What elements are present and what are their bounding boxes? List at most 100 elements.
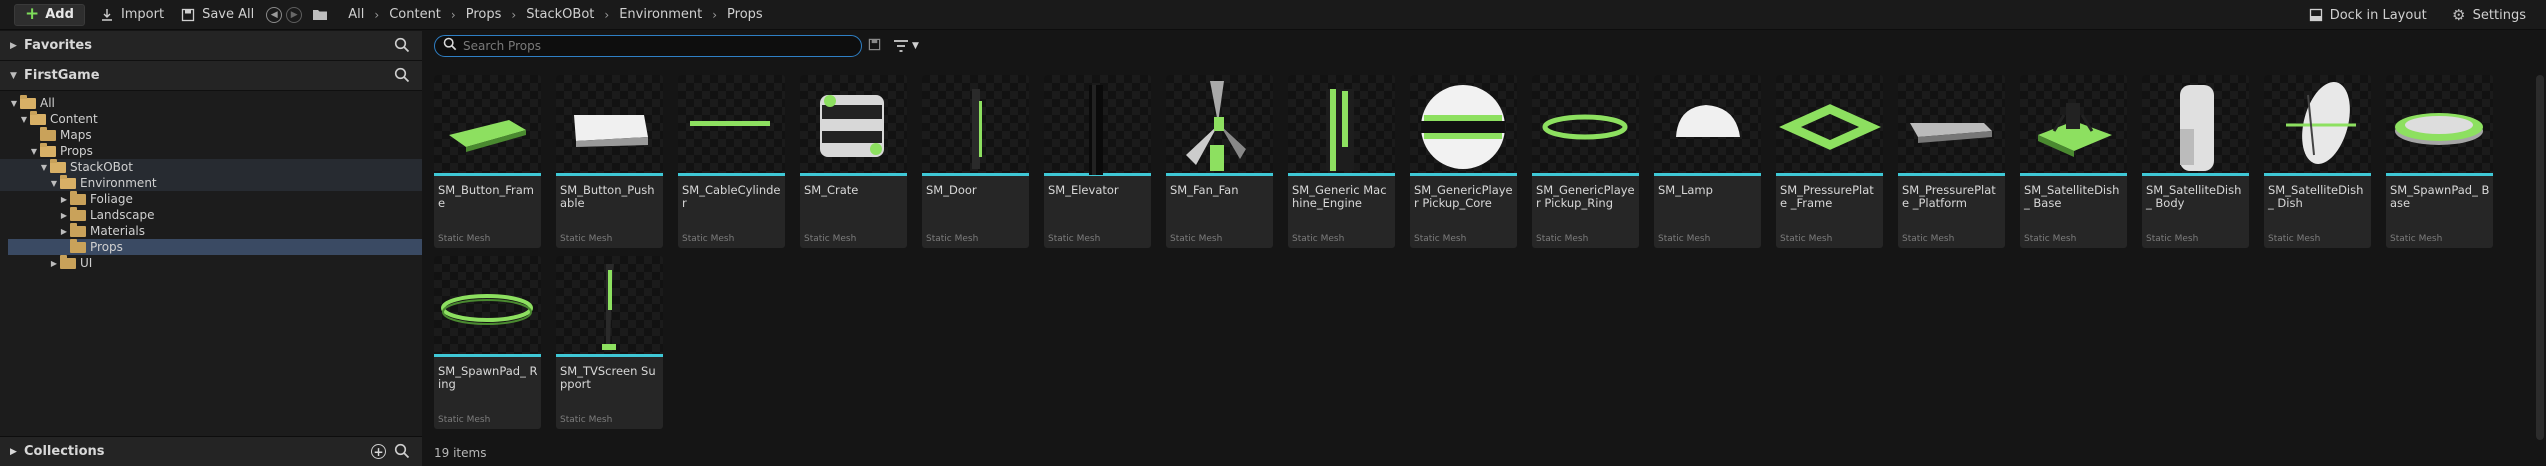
breadcrumb: All › Content › Props › StackOBot › Envi… xyxy=(338,7,772,22)
asset-tile[interactable]: SM_Fan_Fan Static Mesh xyxy=(1166,75,1273,248)
forward-icon[interactable]: ▶ xyxy=(286,6,303,23)
asset-tile[interactable]: SM_SatelliteDish_ Base Static Mesh xyxy=(2020,75,2127,248)
chevron-down-icon[interactable]: ▼ xyxy=(10,71,24,81)
asset-tile[interactable]: SM_SpawnPad_ Base Static Mesh xyxy=(2386,75,2493,248)
breadcrumb-item[interactable]: Environment xyxy=(609,7,712,22)
add-button[interactable]: + Add xyxy=(14,3,85,26)
chevron-down-icon[interactable]: ▼ xyxy=(8,99,20,108)
asset-tile[interactable]: SM_Elevator Static Mesh xyxy=(1044,75,1151,248)
favorites-label: Favorites xyxy=(24,38,92,53)
asset-thumbnail xyxy=(556,75,663,176)
right-tools: Dock in Layout ⚙ Settings xyxy=(2300,4,2534,26)
asset-grid: SM_Button_Frame Static Mesh SM_Button_Push… xyxy=(434,75,2524,429)
asset-name: SM_CableCylinder xyxy=(682,183,781,210)
asset-name: SM_Elevator xyxy=(1048,183,1119,197)
tree-item-maps[interactable]: Maps xyxy=(0,126,422,143)
asset-tile[interactable]: SM_PressurePlate _Frame Static Mesh xyxy=(1776,75,1883,248)
tree-item-all[interactable]: ▼ All xyxy=(0,94,422,111)
mesh-preview-icon xyxy=(690,121,770,126)
tree-item-landscape[interactable]: ▶ Landscape xyxy=(0,206,422,223)
asset-name: SM_Button_Frame xyxy=(438,183,534,210)
breadcrumb-item[interactable]: All xyxy=(338,7,374,22)
add-collection-icon[interactable]: + xyxy=(371,444,386,459)
project-header[interactable]: ▼ FirstGame xyxy=(0,61,422,91)
mesh-preview-icon xyxy=(1421,85,1505,169)
collections-header[interactable]: ▶ Collections + xyxy=(0,436,422,466)
chevron-right-icon[interactable]: ▶ xyxy=(58,227,70,236)
dock-in-layout-button[interactable]: Dock in Layout xyxy=(2300,4,2435,26)
asset-tile[interactable]: SM_GenericPlayer Pickup_Core Static Mesh xyxy=(1410,75,1517,248)
breadcrumb-item[interactable]: Props xyxy=(717,7,773,22)
asset-tile[interactable]: SM_Generic Machine_Engine Static Mesh xyxy=(1288,75,1395,248)
save-search-icon[interactable] xyxy=(868,38,881,55)
chevron-right-icon[interactable]: ▶ xyxy=(10,41,24,51)
asset-tile[interactable]: SM_GenericPlayer Pickup_Ring Static Mesh xyxy=(1532,75,1639,248)
chevron-right-icon[interactable]: ▶ xyxy=(10,447,24,457)
settings-button[interactable]: ⚙ Settings xyxy=(2443,4,2534,26)
asset-thumbnail xyxy=(556,256,663,357)
asset-type: Static Mesh xyxy=(2146,234,2199,244)
tree-item-props[interactable]: ▼ Props xyxy=(0,142,422,159)
search-icon[interactable] xyxy=(394,67,410,87)
tree-item-label: Foliage xyxy=(90,192,133,206)
asset-type: Static Mesh xyxy=(682,234,735,244)
asset-tile[interactable]: SM_SatelliteDish_ Body Static Mesh xyxy=(2142,75,2249,248)
chevron-right-icon[interactable]: ▶ xyxy=(58,211,70,220)
mesh-preview-icon xyxy=(441,294,533,325)
chevron-down-icon[interactable]: ▼ xyxy=(28,147,40,156)
asset-tile[interactable]: SM_CableCylinder Static Mesh xyxy=(678,75,785,248)
save-all-button[interactable]: Save All xyxy=(172,4,262,26)
asset-tile[interactable]: SM_Button_Pushable Static Mesh xyxy=(556,75,663,248)
asset-tile[interactable]: SM_SatelliteDish_ Dish Static Mesh xyxy=(2264,75,2371,248)
favorites-header[interactable]: ▶ Favorites xyxy=(0,31,422,61)
asset-name: SM_SatelliteDish_ Base xyxy=(2024,183,2120,210)
tree-item-stackobot[interactable]: ▼ StackOBot xyxy=(0,158,422,175)
tree-item-label: UI xyxy=(80,256,93,270)
tree-item-props[interactable]: Props xyxy=(8,238,422,255)
filter-icon[interactable]: ▼ xyxy=(893,40,919,52)
asset-type: Static Mesh xyxy=(1414,234,1467,244)
scrollbar[interactable] xyxy=(2536,75,2544,440)
folder-icon xyxy=(70,190,86,205)
asset-name: SM_Generic Machine_Engine xyxy=(1292,183,1387,210)
tree-item-foliage[interactable]: ▶ Foliage xyxy=(0,190,422,207)
search-input[interactable] xyxy=(463,39,843,53)
chevron-right-icon[interactable]: ▶ xyxy=(58,195,70,204)
tree-item-environment[interactable]: ▼ Environment xyxy=(0,174,422,191)
chevron-right-icon[interactable]: ▶ xyxy=(48,259,60,268)
search-row: ▼ xyxy=(426,31,2546,61)
tree-item-ui[interactable]: ▶ UI xyxy=(0,254,422,271)
mesh-preview-icon xyxy=(1779,104,1881,150)
tree-item-content[interactable]: ▼ Content xyxy=(0,110,422,127)
breadcrumb-item[interactable]: StackOBot xyxy=(516,7,604,22)
collections-label: Collections xyxy=(24,444,105,459)
asset-tile[interactable]: SM_Door Static Mesh xyxy=(922,75,1029,248)
tree-item-materials[interactable]: ▶ Materials xyxy=(0,222,422,239)
import-button[interactable]: Import xyxy=(91,4,172,26)
asset-tile[interactable]: SM_Button_Frame Static Mesh xyxy=(434,75,541,248)
asset-name: SM_Crate xyxy=(804,183,859,197)
search-icon[interactable] xyxy=(394,37,410,57)
asset-tile[interactable]: SM_SpawnPad_ Ring Static Mesh xyxy=(434,256,541,429)
asset-thumbnail xyxy=(2142,75,2249,176)
sources-panel: ▶ Favorites ▼ FirstGame ▼ All ▼ Content Maps… xyxy=(0,31,422,466)
mesh-preview-icon xyxy=(1542,114,1628,140)
asset-tile[interactable]: SM_Crate Static Mesh xyxy=(800,75,907,248)
chevron-down-icon[interactable]: ▼ xyxy=(48,179,60,188)
breadcrumb-item[interactable]: Props xyxy=(456,7,512,22)
folder-icon[interactable] xyxy=(312,7,328,23)
search-icon xyxy=(443,37,457,55)
asset-tile[interactable]: SM_PressurePlate _Platform Static Mesh xyxy=(1898,75,2005,248)
chevron-down-icon[interactable]: ▼ xyxy=(38,163,50,172)
asset-type: Static Mesh xyxy=(438,234,491,244)
search-icon[interactable] xyxy=(394,443,410,463)
back-icon[interactable]: ◀ xyxy=(266,6,283,23)
asset-tile[interactable]: SM_Lamp Static Mesh xyxy=(1654,75,1761,248)
folder-icon xyxy=(60,254,76,269)
chevron-down-icon[interactable]: ▼ xyxy=(18,115,30,124)
search-field[interactable] xyxy=(434,35,862,57)
asset-type: Static Mesh xyxy=(1780,234,1833,244)
asset-name: SM_SatelliteDish_ Dish xyxy=(2268,183,2364,210)
breadcrumb-item[interactable]: Content xyxy=(379,7,451,22)
asset-tile[interactable]: SM_TVScreen Support Static Mesh xyxy=(556,256,663,429)
